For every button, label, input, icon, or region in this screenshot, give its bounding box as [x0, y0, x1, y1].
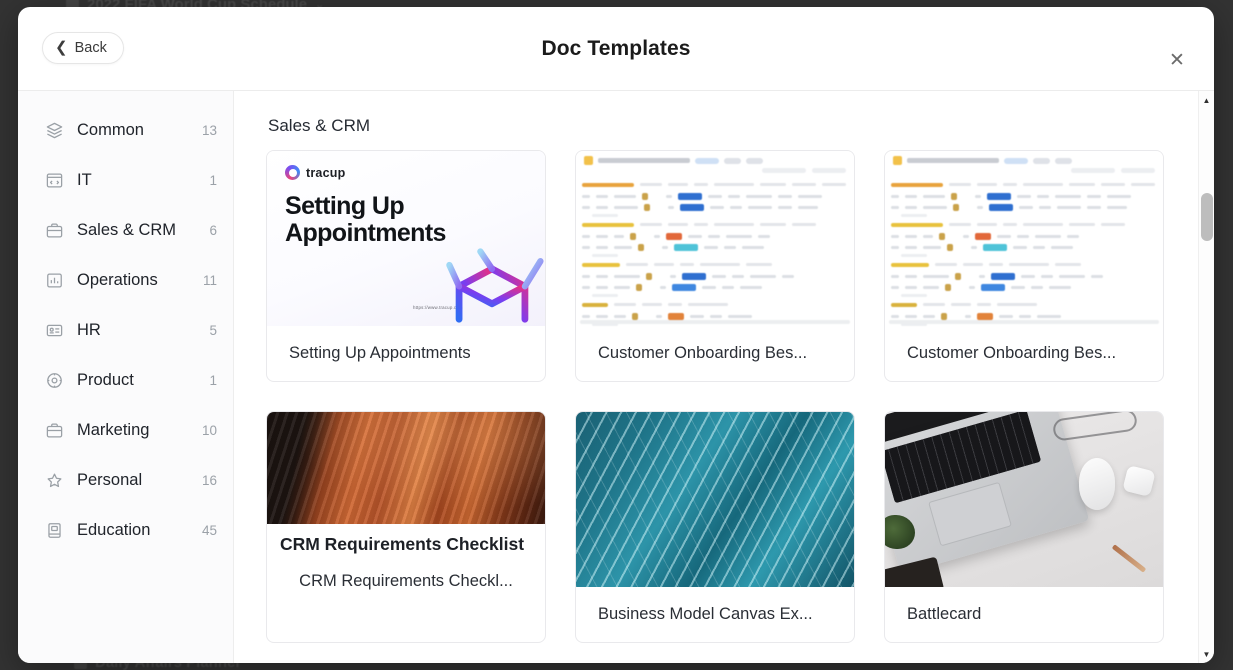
sidebar-item-sales-crm[interactable]: Sales & CRM 6: [18, 205, 233, 255]
scrollbar-track[interactable]: [1199, 109, 1215, 645]
sidebar-item-label: HR: [77, 320, 101, 339]
template-card-label: Customer Onboarding Bes...: [598, 344, 808, 362]
back-button-label: Back: [74, 40, 107, 56]
back-button[interactable]: ❮ Back: [42, 32, 124, 64]
template-card-crm-requirements-checklist[interactable]: CRM Requirements Checklist CRM Requireme…: [266, 411, 546, 643]
sidebar-item-label: IT: [77, 170, 92, 189]
doc-icon: [584, 156, 593, 165]
bar-chart-icon: [44, 270, 64, 290]
category-sidebar: Common 13 IT 1 Sales & CRM 6 Operations …: [18, 91, 234, 663]
template-card-label: Business Model Canvas Ex...: [598, 605, 813, 623]
gradient-cube-icon: [446, 248, 544, 326]
gear-circle-icon: [44, 370, 64, 390]
scroll-down-arrow-icon[interactable]: ▼: [1199, 645, 1215, 663]
sidebar-item-label: Personal: [77, 470, 143, 489]
doc-templates-modal: ❮ Back Doc Templates ✕ Common 13 IT 1 Sa…: [18, 7, 1214, 663]
sidebar-item-label: Common: [77, 120, 144, 139]
doc-icon: [893, 156, 902, 165]
sidebar-item-count: 45: [201, 522, 217, 538]
sidebar-item-operations[interactable]: Operations 11: [18, 255, 233, 305]
sidebar-item-count: 6: [209, 222, 217, 238]
cover-title-line1: Setting Up: [285, 192, 405, 220]
sidebar-item-it[interactable]: IT 1: [18, 155, 233, 205]
template-thumbnail: tracup Setting Up Appointments https://w…: [267, 151, 545, 326]
modal-header: ❮ Back Doc Templates ✕: [18, 7, 1214, 91]
page-title: Doc Templates: [541, 36, 691, 60]
sidebar-item-count: 1: [209, 372, 217, 388]
section-title-sales-crm: Sales & CRM: [268, 116, 371, 135]
sidebar-item-education[interactable]: Education 45: [18, 505, 233, 555]
sidebar-item-count: 5: [209, 322, 217, 338]
book-icon: [44, 520, 64, 540]
template-gallery: Sales & CRM tracup Setting Up Appointmen…: [234, 91, 1198, 663]
chevron-left-icon: ❮: [55, 39, 68, 56]
sidebar-item-common[interactable]: Common 13: [18, 105, 233, 155]
template-card-label: Customer Onboarding Bes...: [907, 344, 1117, 362]
scrollbar-thumb[interactable]: [1200, 193, 1213, 241]
tracup-brand-label: tracup: [306, 165, 346, 180]
sidebar-item-hr[interactable]: HR 5: [18, 305, 233, 355]
content-wrapper: Sales & CRM tracup Setting Up Appointmen…: [234, 91, 1214, 663]
close-icon[interactable]: ✕: [1160, 43, 1194, 77]
template-card-label: Setting Up Appointments: [289, 344, 471, 362]
template-card-grid: tracup Setting Up Appointments https://w…: [266, 150, 1198, 643]
template-thumbnail: [885, 412, 1163, 587]
sidebar-item-count: 13: [201, 122, 217, 138]
template-card-customer-onboarding-1[interactable]: Customer Onboarding Bes...: [575, 150, 855, 382]
tracup-logo: tracup: [285, 165, 545, 180]
template-cover-title: CRM Requirements Checklist: [279, 534, 525, 554]
star-icon: [44, 470, 64, 490]
template-thumbnail: [576, 151, 854, 326]
sidebar-item-count: 16: [201, 472, 217, 488]
template-thumbnail: [885, 151, 1163, 326]
sidebar-item-label: Sales & CRM: [77, 220, 177, 239]
scroll-up-arrow-icon[interactable]: ▲: [1199, 91, 1215, 109]
sidebar-item-label: Education: [77, 520, 151, 539]
template-card-setting-up-appointments[interactable]: tracup Setting Up Appointments https://w…: [266, 150, 546, 382]
sidebar-item-label: Product: [77, 370, 134, 389]
sidebar-item-marketing[interactable]: Marketing 10: [18, 405, 233, 455]
sidebar-item-personal[interactable]: Personal 16: [18, 455, 233, 505]
id-card-icon: [44, 320, 64, 340]
template-thumbnail: [576, 412, 854, 587]
sidebar-item-label: Operations: [77, 270, 158, 289]
sidebar-item-product[interactable]: Product 1: [18, 355, 233, 405]
modal-body: Common 13 IT 1 Sales & CRM 6 Operations …: [18, 91, 1214, 663]
template-card-business-model-canvas[interactable]: Business Model Canvas Ex...: [575, 411, 855, 643]
template-thumbnail: [267, 412, 545, 524]
mouse-icon: [1079, 458, 1115, 510]
briefcase-icon: [44, 220, 64, 240]
code-window-icon: [44, 170, 64, 190]
template-card-battlecard[interactable]: Battlecard: [884, 411, 1164, 643]
sidebar-item-label: Marketing: [77, 420, 150, 439]
briefcase-icon: [44, 420, 64, 440]
sidebar-item-count: 10: [201, 422, 217, 438]
template-card-customer-onboarding-2[interactable]: Customer Onboarding Bes...: [884, 150, 1164, 382]
layers-icon: [44, 120, 64, 140]
content-scrollbar[interactable]: ▲ ▼: [1198, 91, 1214, 663]
template-card-label: Battlecard: [907, 605, 982, 623]
template-card-label: CRM Requirements Checkl...: [299, 571, 513, 590]
sidebar-item-count: 11: [202, 272, 217, 288]
glasses-icon: [1051, 412, 1139, 442]
tracup-mark-icon: [285, 165, 300, 180]
sidebar-item-count: 1: [209, 172, 217, 188]
earbuds-icon: [1122, 464, 1156, 498]
